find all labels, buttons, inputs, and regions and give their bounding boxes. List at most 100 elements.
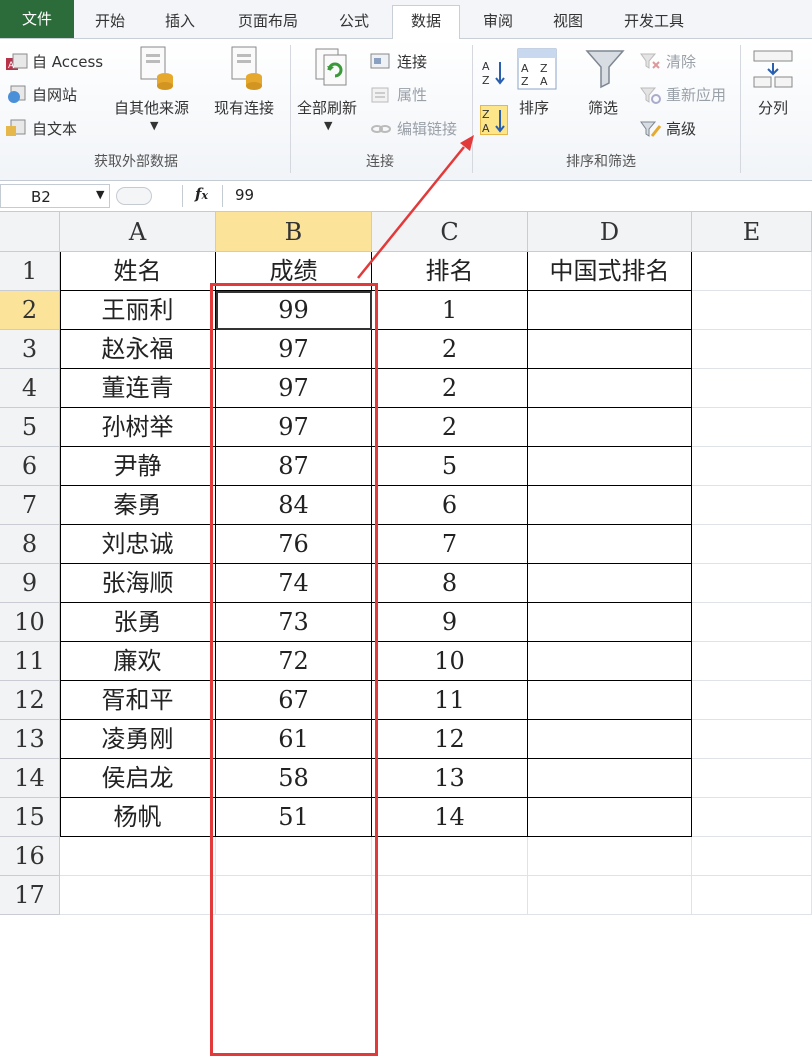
score-cell[interactable]: 61	[216, 720, 372, 759]
row-header[interactable]: 10	[0, 603, 60, 642]
name-cell[interactable]: 尹静	[60, 447, 216, 486]
rank-cell[interactable]: 7	[372, 525, 528, 564]
column-header-d[interactable]: D	[528, 212, 692, 252]
rank-cell[interactable]: 9	[372, 603, 528, 642]
formula-bar-resize-handle[interactable]	[116, 187, 152, 205]
rank-cell[interactable]: 2	[372, 369, 528, 408]
tab-insert[interactable]: 插入	[152, 6, 208, 36]
tab-file[interactable]: 文件	[0, 0, 74, 38]
row-header[interactable]: 5	[0, 408, 60, 447]
empty-cell[interactable]	[692, 720, 812, 759]
tab-review[interactable]: 审阅	[470, 6, 526, 36]
empty-cell[interactable]	[528, 876, 692, 915]
empty-cell[interactable]	[692, 642, 812, 681]
name-cell[interactable]: 刘忠诚	[60, 525, 216, 564]
empty-cell[interactable]	[692, 369, 812, 408]
row-header[interactable]: 7	[0, 486, 60, 525]
name-cell[interactable]: 孙树举	[60, 408, 216, 447]
tab-home[interactable]: 开始	[84, 6, 136, 36]
empty-cell[interactable]	[528, 837, 692, 876]
name-cell[interactable]: 凌勇刚	[60, 720, 216, 759]
row-header[interactable]: 11	[0, 642, 60, 681]
empty-cell[interactable]	[692, 330, 812, 369]
empty-cell[interactable]	[692, 291, 812, 330]
name-cell[interactable]: 侯启龙	[60, 759, 216, 798]
empty-cell[interactable]	[60, 837, 216, 876]
row-header[interactable]: 6	[0, 447, 60, 486]
row-header[interactable]: 14	[0, 759, 60, 798]
column-header-e[interactable]: E	[692, 212, 812, 252]
column-header-a[interactable]: A	[60, 212, 216, 252]
empty-cell[interactable]	[692, 447, 812, 486]
row-header[interactable]: 3	[0, 330, 60, 369]
rank-cell[interactable]: 13	[372, 759, 528, 798]
rank-cell[interactable]: 6	[372, 486, 528, 525]
name-cell[interactable]: 张海顺	[60, 564, 216, 603]
score-cell[interactable]: 51	[216, 798, 372, 837]
name-cell[interactable]: 杨帆	[60, 798, 216, 837]
empty-cell[interactable]	[692, 759, 812, 798]
empty-cell[interactable]	[692, 681, 812, 720]
name-cell[interactable]: 王丽利	[60, 291, 216, 330]
score-cell[interactable]: 76	[216, 525, 372, 564]
row-header[interactable]: 13	[0, 720, 60, 759]
rank-cell[interactable]: 1	[372, 291, 528, 330]
empty-cell[interactable]	[528, 798, 692, 837]
column-header-b[interactable]: B	[216, 212, 372, 252]
name-cell[interactable]: 胥和平	[60, 681, 216, 720]
row-header[interactable]: 17	[0, 876, 60, 915]
rank-cell[interactable]: 11	[372, 681, 528, 720]
formula-input[interactable]: 99	[235, 186, 254, 204]
score-cell[interactable]: 97	[216, 369, 372, 408]
score-cell[interactable]: 97	[216, 408, 372, 447]
rank-cell[interactable]: 12	[372, 720, 528, 759]
empty-cell[interactable]	[528, 525, 692, 564]
score-cell[interactable]: 72	[216, 642, 372, 681]
header-cell[interactable]: 中国式排名	[528, 252, 692, 291]
score-cell[interactable]: 84	[216, 486, 372, 525]
header-cell[interactable]: 排名	[372, 252, 528, 291]
column-header-c[interactable]: C	[372, 212, 528, 252]
score-cell[interactable]: 67	[216, 681, 372, 720]
empty-cell[interactable]	[528, 759, 692, 798]
row-header[interactable]: 16	[0, 837, 60, 876]
row-header[interactable]: 4	[0, 369, 60, 408]
row-header[interactable]: 1	[0, 252, 60, 291]
rank-cell[interactable]: 2	[372, 330, 528, 369]
name-box[interactable]: B2	[0, 184, 110, 208]
rank-cell[interactable]: 2	[372, 408, 528, 447]
empty-cell[interactable]	[528, 330, 692, 369]
rank-cell[interactable]: 8	[372, 564, 528, 603]
empty-cell[interactable]	[528, 291, 692, 330]
name-cell[interactable]: 董连青	[60, 369, 216, 408]
header-cell[interactable]: 姓名	[60, 252, 216, 291]
tab-data[interactable]: 数据	[392, 5, 460, 40]
select-all-corner[interactable]	[0, 212, 60, 252]
rank-cell[interactable]: 5	[372, 447, 528, 486]
score-cell[interactable]: 99	[216, 291, 372, 330]
empty-cell[interactable]	[528, 642, 692, 681]
name-cell[interactable]: 赵永福	[60, 330, 216, 369]
empty-cell[interactable]	[692, 798, 812, 837]
empty-cell[interactable]	[528, 720, 692, 759]
row-header[interactable]: 2	[0, 291, 60, 330]
row-header[interactable]: 8	[0, 525, 60, 564]
tab-developer[interactable]: 开发工具	[608, 6, 700, 36]
empty-cell[interactable]	[528, 603, 692, 642]
empty-cell[interactable]	[372, 837, 528, 876]
score-cell[interactable]: 74	[216, 564, 372, 603]
empty-cell[interactable]	[372, 876, 528, 915]
empty-cell[interactable]	[692, 603, 812, 642]
empty-cell[interactable]	[692, 525, 812, 564]
row-header[interactable]: 15	[0, 798, 60, 837]
row-header[interactable]: 9	[0, 564, 60, 603]
row-header[interactable]: 12	[0, 681, 60, 720]
empty-cell[interactable]	[528, 486, 692, 525]
empty-cell[interactable]	[692, 252, 812, 291]
tab-formulas[interactable]: 公式	[326, 6, 382, 36]
name-cell[interactable]: 秦勇	[60, 486, 216, 525]
rank-cell[interactable]: 14	[372, 798, 528, 837]
score-cell[interactable]: 87	[216, 447, 372, 486]
empty-cell[interactable]	[528, 564, 692, 603]
header-cell[interactable]: 成绩	[216, 252, 372, 291]
